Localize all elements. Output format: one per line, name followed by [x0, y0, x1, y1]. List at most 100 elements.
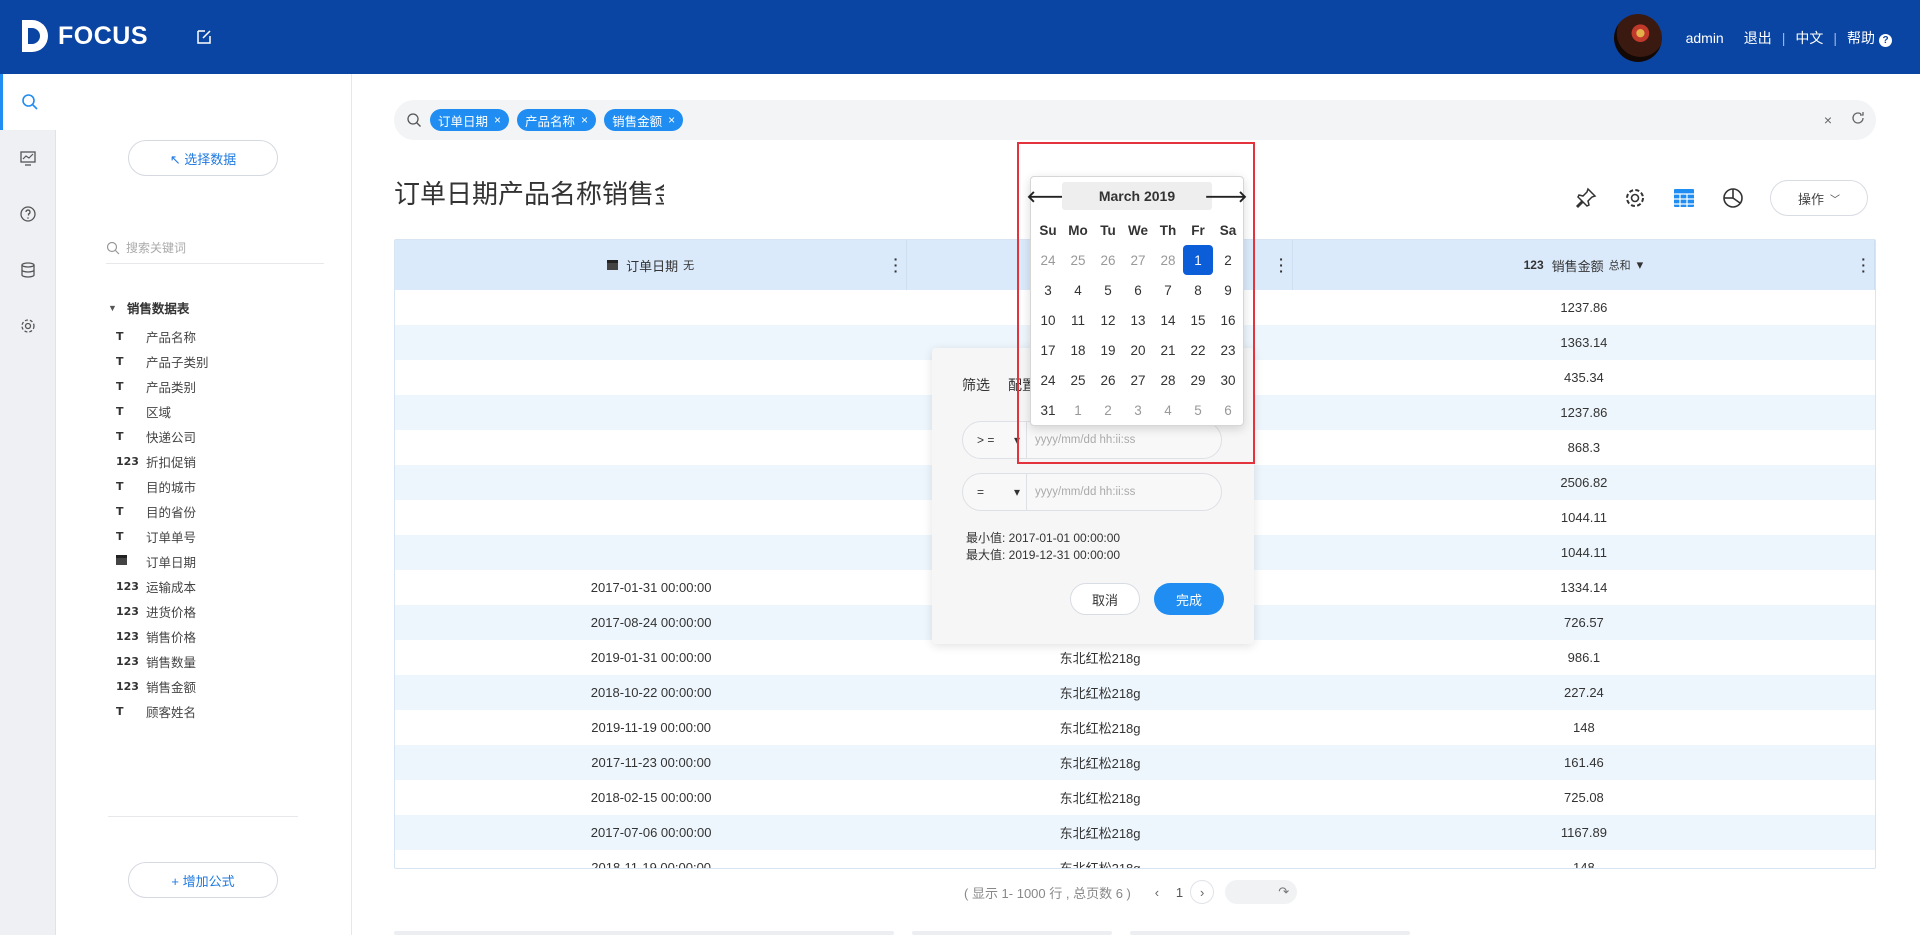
calendar-day[interactable]: 5: [1093, 275, 1123, 305]
date-input-2[interactable]: yyyy/mm/dd hh:ii:ss: [1027, 486, 1135, 498]
calendar-day[interactable]: 31: [1033, 395, 1063, 425]
column-header[interactable]: 123 销售金额 总和 ▾ · · ·: [1293, 240, 1875, 290]
rail-help[interactable]: [0, 186, 56, 242]
field-item[interactable]: T 目的城市: [116, 474, 336, 499]
calendar-day[interactable]: 21: [1153, 335, 1183, 365]
field-item[interactable]: 123 销售金额: [116, 674, 336, 699]
calendar-day[interactable]: 16: [1213, 305, 1243, 335]
search-bar[interactable]: 订单日期 × 产品名称 × 销售金额 × ×: [394, 100, 1876, 140]
operator-select-1[interactable]: > = ▾: [963, 422, 1027, 458]
table-view-icon[interactable]: [1672, 186, 1696, 210]
field-item[interactable]: T 目的省份: [116, 499, 336, 524]
field-item[interactable]: 123 销售数量: [116, 649, 336, 674]
month-title[interactable]: March 2019: [1062, 182, 1212, 210]
calendar-day[interactable]: 27: [1123, 365, 1153, 395]
chip-close-icon[interactable]: ×: [668, 113, 675, 127]
calendar-day[interactable]: 29: [1183, 365, 1213, 395]
rail-settings[interactable]: [0, 298, 56, 354]
calendar-day[interactable]: 3: [1033, 275, 1063, 305]
field-item[interactable]: 123 销售价格: [116, 624, 336, 649]
calendar-day[interactable]: 23: [1213, 335, 1243, 365]
chip-close-icon[interactable]: ×: [581, 113, 588, 127]
field-item[interactable]: T 顾客姓名: [116, 699, 336, 724]
calendar-day[interactable]: 14: [1153, 305, 1183, 335]
chip-close-icon[interactable]: ×: [494, 113, 501, 127]
edit-icon[interactable]: [195, 28, 213, 46]
calendar-day[interactable]: 12: [1093, 305, 1123, 335]
calendar-day[interactable]: 30: [1213, 365, 1243, 395]
avatar[interactable]: [1613, 14, 1662, 62]
add-formula-button[interactable]: + 增加公式: [128, 862, 278, 898]
done-button[interactable]: 完成: [1154, 583, 1224, 615]
calendar-day[interactable]: 27: [1123, 245, 1153, 275]
calendar-day[interactable]: 10: [1033, 305, 1063, 335]
selected-day[interactable]: 1: [1183, 245, 1213, 275]
column-menu-icon[interactable]: · · ·: [894, 252, 899, 278]
field-search-input[interactable]: 搜索关键词: [106, 232, 324, 264]
field-item[interactable]: 123 进货价格: [116, 599, 336, 624]
username[interactable]: admin: [1686, 30, 1724, 46]
calendar-day[interactable]: 25: [1063, 245, 1093, 275]
operator-select-2[interactable]: = ▾: [963, 474, 1027, 510]
rail-dashboard[interactable]: [0, 130, 56, 186]
calendar-day[interactable]: 25: [1063, 365, 1093, 395]
calendar-day[interactable]: 22: [1183, 335, 1213, 365]
column-header[interactable]: 订单日期无 · · ·: [395, 240, 908, 290]
calendar-day[interactable]: 11: [1063, 305, 1093, 335]
gear-icon[interactable]: [1623, 186, 1647, 210]
clear-icon[interactable]: ×: [1824, 112, 1832, 128]
column-menu-icon[interactable]: · · ·: [1279, 252, 1284, 278]
calendar-day[interactable]: 9: [1213, 275, 1243, 305]
go-icon[interactable]: ↷: [1278, 884, 1289, 900]
language-link[interactable]: 中文: [1795, 28, 1823, 48]
calendar-day[interactable]: 1: [1063, 395, 1093, 425]
search-chip[interactable]: 产品名称 ×: [517, 109, 597, 131]
calendar-day[interactable]: 28: [1153, 365, 1183, 395]
calendar-day[interactable]: 13: [1123, 305, 1153, 335]
cancel-button[interactable]: 取消: [1070, 583, 1140, 615]
table-node[interactable]: ▼ 销售数据表: [108, 298, 189, 317]
calendar-day[interactable]: 18: [1063, 335, 1093, 365]
field-item[interactable]: T 订单单号: [116, 524, 336, 549]
help-link[interactable]: 帮助?: [1847, 28, 1892, 48]
calendar-day[interactable]: 8: [1183, 275, 1213, 305]
next-page-button[interactable]: ›: [1190, 880, 1215, 904]
calendar-day[interactable]: 4: [1063, 275, 1093, 305]
calendar-day[interactable]: 2: [1093, 395, 1123, 425]
sort-caret-icon[interactable]: ▾: [1637, 257, 1644, 273]
field-item[interactable]: T 快递公司: [116, 424, 336, 449]
rail-search[interactable]: [0, 74, 56, 130]
column-menu-icon[interactable]: · · ·: [1861, 252, 1866, 278]
calendar-day[interactable]: 19: [1093, 335, 1123, 365]
logout-link[interactable]: 退出: [1744, 28, 1772, 48]
calendar-day[interactable]: 24: [1033, 365, 1063, 395]
calendar-day[interactable]: 6: [1213, 395, 1243, 425]
date-input-1[interactable]: yyyy/mm/dd hh:ii:ss: [1027, 434, 1135, 446]
page-jump-input[interactable]: ↷: [1225, 880, 1298, 904]
search-chip[interactable]: 销售金额 ×: [604, 109, 684, 131]
calendar-day[interactable]: 2: [1213, 245, 1243, 275]
search-chip[interactable]: 订单日期 ×: [430, 109, 510, 131]
field-item[interactable]: 123 折扣促销: [116, 449, 336, 474]
refresh-icon[interactable]: [1850, 110, 1866, 129]
calendar-day[interactable]: 17: [1033, 335, 1063, 365]
calendar-day[interactable]: 4: [1153, 395, 1183, 425]
field-item[interactable]: T 产品名称: [116, 324, 336, 349]
field-item[interactable]: T 产品类别: [116, 374, 336, 399]
field-item[interactable]: 订单日期: [116, 549, 336, 574]
calendar-day[interactable]: 26: [1093, 245, 1123, 275]
pin-icon[interactable]: [1574, 186, 1598, 210]
operations-button[interactable]: 操作 ﹀: [1770, 180, 1868, 216]
calendar-day[interactable]: 6: [1123, 275, 1153, 305]
logo[interactable]: FOCUS: [20, 18, 148, 54]
tab-filter[interactable]: 筛选: [962, 375, 990, 395]
calendar-day[interactable]: 5: [1183, 395, 1213, 425]
select-data-button[interactable]: ↖ 选择数据: [128, 140, 278, 176]
pie-chart-icon[interactable]: [1721, 186, 1745, 210]
field-item[interactable]: 123 运输成本: [116, 574, 336, 599]
calendar-day[interactable]: 20: [1123, 335, 1153, 365]
field-item[interactable]: T 区域: [116, 399, 336, 424]
prev-page-button[interactable]: ‹: [1145, 880, 1169, 904]
calendar-day[interactable]: 24: [1033, 245, 1063, 275]
next-month-icon[interactable]: 🡒: [1205, 185, 1248, 207]
